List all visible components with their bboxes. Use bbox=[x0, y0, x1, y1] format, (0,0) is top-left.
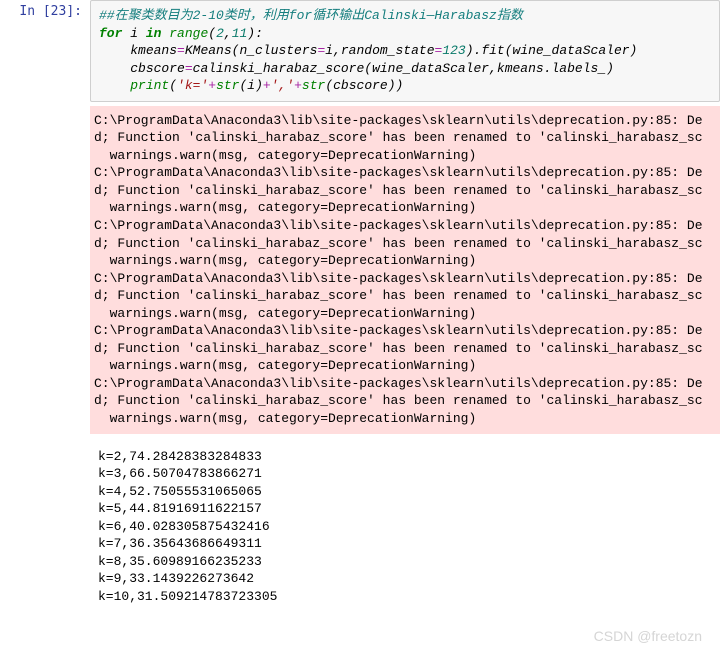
input-prompt: In [23]: bbox=[0, 0, 90, 102]
kw-for: for bbox=[99, 26, 122, 41]
watermark: CSDN @freetozn bbox=[594, 628, 702, 644]
stderr-block: C:\ProgramData\Anaconda3\lib\site-packag… bbox=[0, 102, 720, 434]
kw-in: in bbox=[146, 26, 162, 41]
stderr-output: C:\ProgramData\Anaconda3\lib\site-packag… bbox=[90, 106, 720, 434]
stdout-output: k=2,74.28428383284833 k=3,66.50704783866… bbox=[90, 442, 720, 612]
stdout-block: k=2,74.28428383284833 k=3,66.50704783866… bbox=[0, 434, 720, 612]
code-cell: In [23]: ##在聚类数目为2-10类时，利用for循环输出Calinsk… bbox=[0, 0, 720, 102]
code-comment: ##在聚类数目为2-10类时，利用for循环输出Calinski—Harabas… bbox=[99, 8, 523, 23]
code-input-area[interactable]: ##在聚类数目为2-10类时，利用for循环输出Calinski—Harabas… bbox=[90, 0, 720, 102]
